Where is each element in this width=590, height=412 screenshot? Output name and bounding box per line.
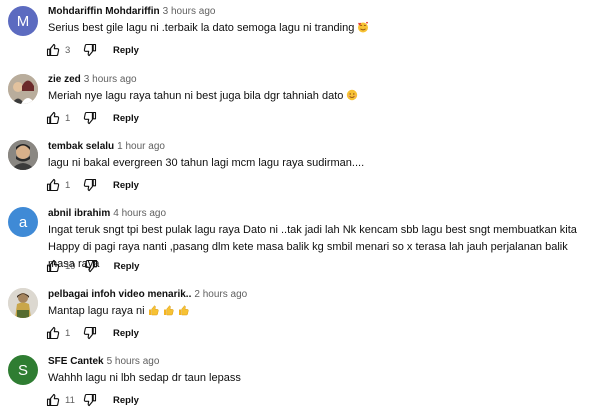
comment-author[interactable]: zie zed	[48, 74, 81, 85]
comment-text-wrap: Serius best gile lagu ni .terbaik la dat…	[48, 20, 578, 37]
comment-time[interactable]: 5 hours ago	[107, 356, 160, 367]
comment-text: Serius best gile lagu ni .terbaik la dat…	[48, 22, 355, 34]
comment-author[interactable]: tembak selalu	[48, 141, 114, 152]
avatar[interactable]	[8, 74, 38, 104]
comment-time[interactable]: 3 hours ago	[84, 74, 137, 85]
comment-text: Wahhh lagu ni lbh sedap dr taun lepass	[48, 372, 241, 384]
dislike-icon[interactable]	[83, 111, 97, 125]
comment-author[interactable]: pelbagai infoh video menarik..	[48, 289, 191, 300]
comment-time[interactable]: 1 hour ago	[117, 141, 165, 152]
dislike-icon[interactable]	[83, 43, 97, 57]
comment-time[interactable]: 4 hours ago	[113, 208, 166, 219]
comment-text: lagu ni bakal evergreen 30 tahun lagi mc…	[48, 157, 365, 169]
thumbs-up-icon	[178, 305, 189, 316]
comment-time[interactable]: 3 hours ago	[163, 6, 216, 17]
like-icon[interactable]	[46, 393, 60, 407]
avatar-photo	[8, 140, 38, 170]
smiling-face-icon	[347, 89, 358, 101]
comment-author[interactable]: Mohdariffin Mohdariffin	[48, 6, 160, 17]
reply-button[interactable]: Reply	[113, 113, 139, 124]
like-count: 1	[65, 112, 71, 124]
comment-text: Mantap lagu raya ni	[48, 305, 145, 317]
dislike-icon[interactable]	[83, 326, 97, 340]
like-icon[interactable]	[46, 259, 60, 273]
reply-button[interactable]: Reply	[114, 261, 140, 272]
like-count: 1	[65, 179, 71, 191]
comment-author[interactable]: SFE Cantek	[48, 356, 104, 367]
like-count: 11	[65, 394, 75, 406]
comment-text-wrap: Mantap lagu raya ni	[48, 303, 578, 320]
like-icon[interactable]	[46, 326, 60, 340]
smiling-face-with-hearts-icon	[358, 21, 369, 33]
comment-author[interactable]: abnil ibrahim	[48, 208, 110, 219]
avatar-photo	[8, 74, 38, 104]
avatar[interactable]: M	[8, 6, 38, 36]
like-count: 3	[65, 44, 71, 56]
reply-button[interactable]: Reply	[113, 45, 139, 56]
like-icon[interactable]	[46, 178, 60, 192]
reply-button[interactable]: Reply	[113, 180, 139, 191]
comment-text: Meriah nye lagu raya tahun ni best juga …	[48, 90, 344, 102]
reply-button[interactable]: Reply	[113, 328, 139, 339]
avatar[interactable]: a	[8, 207, 38, 237]
dislike-icon[interactable]	[83, 393, 97, 407]
avatar[interactable]	[8, 288, 38, 318]
like-count: 19	[65, 260, 76, 272]
avatar[interactable]: S	[8, 355, 38, 385]
like-icon[interactable]	[46, 111, 60, 125]
avatar[interactable]	[8, 140, 38, 170]
comment-time[interactable]: 2 hours ago	[194, 289, 247, 300]
dislike-icon[interactable]	[84, 259, 98, 273]
like-icon[interactable]	[46, 43, 60, 57]
thumbs-up-icon	[163, 305, 174, 316]
dislike-icon[interactable]	[83, 178, 97, 192]
comment-text-wrap: Meriah nye lagu raya tahun ni best juga …	[48, 88, 578, 105]
avatar-photo	[8, 288, 38, 318]
thumbs-up-icon	[148, 305, 159, 316]
reply-button[interactable]: Reply	[113, 395, 139, 406]
like-count: 1	[65, 327, 71, 339]
